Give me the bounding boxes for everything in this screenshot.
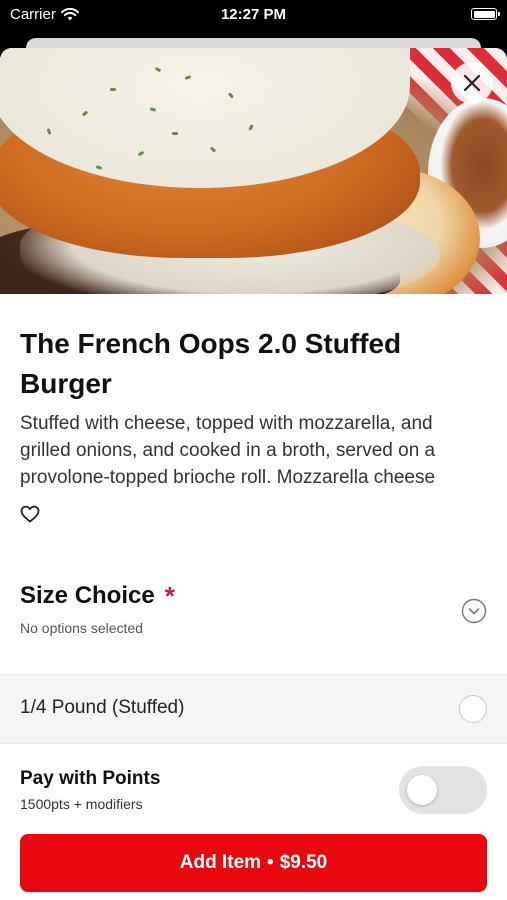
points-title: Pay with Points (20, 768, 161, 789)
add-item-separator: • (267, 852, 274, 873)
close-button[interactable] (451, 62, 493, 104)
pay-with-points-row: Pay with Points 1500pts + modifiers (0, 754, 507, 834)
item-detail-sheet: The French Oops 2.0 Stuffed Burger Stuff… (0, 48, 507, 900)
toggle-knob (407, 775, 437, 805)
add-item-button[interactable]: Add Item • $9.50 (20, 834, 487, 892)
item-photo (0, 48, 507, 294)
required-marker: * (164, 581, 175, 611)
status-time: 12:27 PM (220, 6, 287, 23)
size-choice-header: Size Choice * (20, 582, 487, 610)
add-item-label: Add Item (179, 852, 262, 873)
points-toggle[interactable] (399, 766, 487, 814)
battery-icon (471, 8, 500, 20)
photo-herb (110, 88, 116, 91)
photo-herb (172, 132, 178, 135)
item-description: Stuffed with cheese, topped with mozzare… (20, 413, 436, 488)
size-option-row[interactable]: 1/4 Pound (Stuffed) (0, 674, 507, 744)
size-option-radio[interactable] (459, 695, 487, 723)
add-item-price: $9.50 (279, 852, 328, 873)
size-choice-expand[interactable] (461, 598, 487, 624)
item-title: The French Oops 2.0 Stuffed Burger (20, 328, 402, 399)
heart-icon (20, 505, 40, 523)
favorite-button[interactable] (20, 505, 42, 527)
status-bar: Carrier 12:27 PM (0, 0, 507, 28)
size-option-label: 1/4 Pound (Stuffed) (20, 697, 185, 718)
size-choice-title: Size Choice (20, 582, 155, 609)
item-info: The French Oops 2.0 Stuffed Burger Stuff… (20, 324, 487, 527)
chevron-down-icon (461, 598, 487, 624)
size-choice-status: No options selected (20, 620, 143, 636)
close-icon (463, 74, 481, 92)
points-subtitle: 1500pts + modifiers (20, 796, 143, 812)
size-choice-section[interactable]: Size Choice * No options selected (20, 582, 487, 636)
